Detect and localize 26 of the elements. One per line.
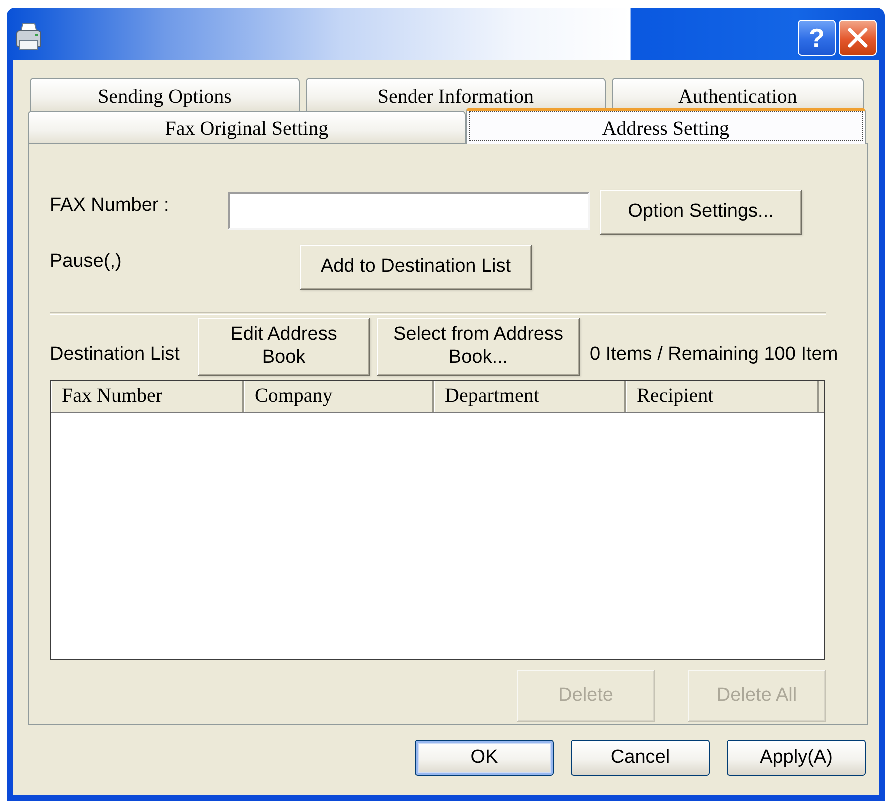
select-from-address-book-button[interactable]: Select from Address Book... <box>377 318 580 376</box>
edit-address-book-button[interactable]: Edit Address Book <box>198 318 370 376</box>
column-header[interactable]: Company <box>244 381 434 412</box>
destination-list-label: Destination List <box>50 344 181 366</box>
help-button[interactable]: ? <box>798 20 836 56</box>
add-to-list-button[interactable]: Add to Destination List <box>300 245 532 290</box>
column-header[interactable]: Recipient <box>626 381 819 412</box>
fax-number-field[interactable] <box>228 192 590 230</box>
item-count-label: 0 Items / Remaining 100 Item <box>590 344 838 366</box>
option-settings-button[interactable]: Option Settings... <box>600 190 802 235</box>
tab[interactable]: Sending Options <box>30 78 300 111</box>
destination-list[interactable]: Fax Number Company Department Recipient <box>50 380 825 660</box>
tab[interactable]: Sender Information <box>306 78 606 111</box>
tab[interactable]: Fax Original Setting <box>28 111 466 143</box>
tab[interactable]: Authentication <box>612 78 864 111</box>
column-header[interactable]: Fax Number <box>51 381 244 412</box>
tab[interactable]: Address Setting <box>466 108 866 144</box>
fax-number-label: FAX Number : <box>50 195 170 217</box>
pause-label: Pause(,) <box>50 251 123 273</box>
cancel-button[interactable]: Cancel <box>571 740 710 776</box>
close-icon <box>848 28 868 48</box>
ok-button[interactable]: OK <box>415 740 554 776</box>
column-header[interactable]: Department <box>434 381 626 412</box>
printer-icon <box>15 22 43 52</box>
close-button[interactable] <box>839 20 877 56</box>
apply-button[interactable]: Apply(A) <box>727 740 866 776</box>
